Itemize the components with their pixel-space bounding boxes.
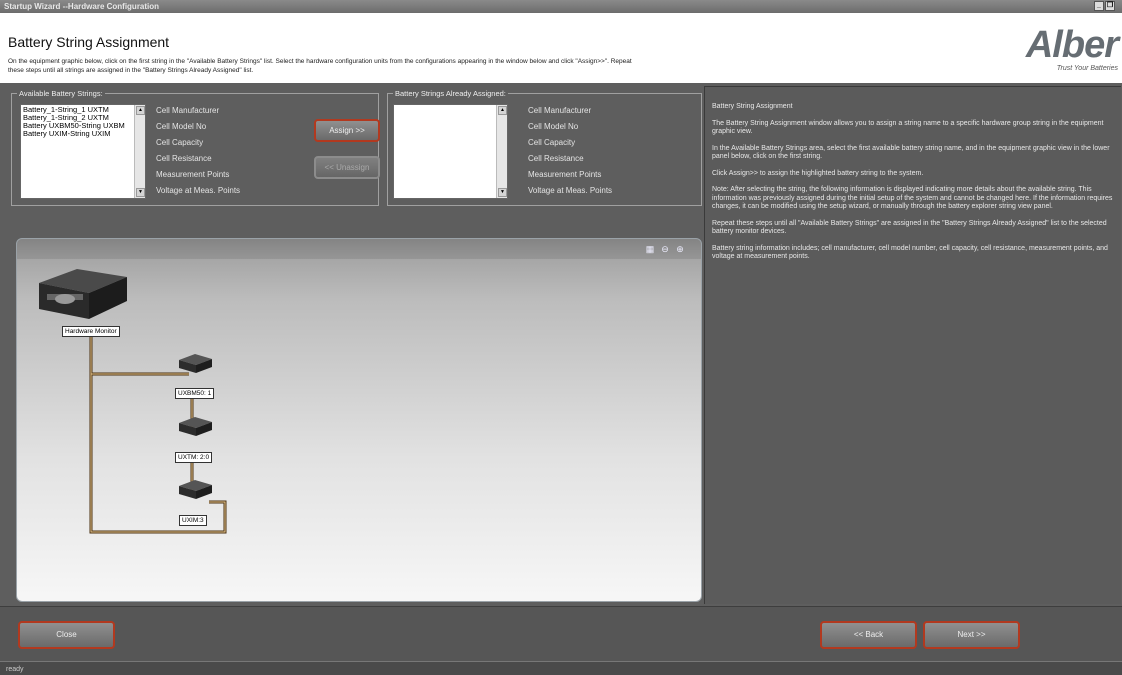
available-strings-group: Available Battery Strings: Battery_1-Str…: [11, 89, 379, 206]
help-paragraph: In the Available Battery Strings area, s…: [712, 144, 1110, 161]
hardware-monitor-label[interactable]: Hardware Monitor: [62, 326, 120, 337]
wizard-footer: Close << Back Next >>: [0, 606, 1122, 661]
field-cell-manufacturer: Cell Manufacturer: [156, 106, 220, 115]
close-button[interactable]: Close: [18, 621, 115, 649]
assign-button[interactable]: Assign >>: [314, 119, 380, 142]
equipment-diagram: [39, 269, 227, 534]
scroll-down-icon[interactable]: ▼: [498, 188, 507, 197]
unassign-button[interactable]: << Unassign: [314, 156, 380, 179]
logo-tagline: Trust Your Batteries: [1056, 65, 1118, 72]
uxtm-device: [179, 417, 212, 436]
assigned-strings-legend: Battery Strings Already Assigned:: [395, 89, 506, 98]
field-cell-model: Cell Model No: [528, 122, 579, 131]
window-titlebar: Startup Wizard --Hardware Configuration …: [0, 0, 1122, 13]
help-paragraph: Note: After selecting the string, the fo…: [712, 186, 1113, 210]
assigned-strings-list[interactable]: ▲ ▼: [393, 104, 508, 199]
assigned-strings-group: Battery Strings Already Assigned: ▲ ▼ Ce…: [387, 89, 702, 206]
available-strings-list[interactable]: Battery_1-String_1 UXTM Battery_1-String…: [20, 104, 146, 199]
logo-wordmark: Alber: [1025, 24, 1119, 66]
scroll-down-icon[interactable]: ▼: [136, 188, 145, 197]
scroll-up-icon[interactable]: ▲: [136, 106, 145, 115]
status-text: ready: [6, 666, 24, 673]
field-measurement-points: Measurement Points: [156, 170, 230, 179]
list-scrollbar[interactable]: ▲ ▼: [496, 105, 507, 198]
window-title: Startup Wizard --Hardware Configuration: [4, 2, 160, 11]
help-heading: Battery String Assignment: [712, 103, 793, 110]
help-text: Battery String Assignment The Battery St…: [712, 103, 1118, 270]
available-string-fields: Cell Manufacturer Cell Model No Cell Cap…: [156, 106, 240, 202]
uxim-label[interactable]: UXIM:3: [179, 515, 207, 526]
help-paragraph: Battery string information includes; cel…: [712, 244, 1108, 261]
hardware-monitor-device: [39, 269, 127, 319]
status-bar: ready: [0, 661, 1122, 675]
field-cell-resistance: Cell Resistance: [528, 154, 584, 163]
help-paragraph: Click Assign>> to assign the highlighted…: [712, 169, 924, 177]
left-pane: Available Battery Strings: Battery_1-Str…: [5, 86, 702, 604]
field-cell-capacity: Cell Capacity: [156, 138, 204, 147]
field-cell-model: Cell Model No: [156, 122, 207, 131]
wizard-header: Battery String Assignment On the equipme…: [0, 13, 1122, 83]
field-voltage: Voltage at Meas. Points: [528, 186, 613, 195]
field-cell-capacity: Cell Capacity: [528, 138, 576, 147]
uxtm-label[interactable]: UXTM: 2:0: [175, 452, 213, 463]
assigned-string-fields: Cell Manufacturer Cell Model No Cell Cap…: [528, 106, 612, 202]
instructions-text: On the equipment graphic below, click on…: [8, 58, 632, 74]
field-cell-resistance: Cell Resistance: [156, 154, 212, 163]
list-scrollbar[interactable]: ▲ ▼: [134, 105, 145, 198]
field-cell-manufacturer: Cell Manufacturer: [528, 106, 592, 115]
available-strings-legend: Available Battery Strings:: [19, 89, 103, 98]
uxbm-label[interactable]: UXBM50: 1: [175, 388, 215, 399]
equipment-graphic-view[interactable]: ▦ ⊖ ⊕ Hardware Monitor UXBM50: 1 UXTM: 2…: [16, 238, 702, 602]
uxim-device: [179, 480, 212, 499]
help-paragraph: Repeat these steps until all "Available …: [712, 219, 1107, 236]
field-measurement-points: Measurement Points: [528, 170, 602, 179]
alber-logo: Alber Trust Your Batteries: [1025, 24, 1119, 72]
help-paragraph: The Battery String Assignment window all…: [712, 119, 1104, 136]
back-button[interactable]: << Back: [820, 621, 917, 649]
list-item[interactable]: Battery UXIM-String UXIM: [23, 130, 143, 138]
field-voltage: Voltage at Meas. Points: [156, 186, 241, 195]
next-button[interactable]: Next >>: [923, 621, 1020, 649]
page-title: Battery String Assignment: [8, 34, 170, 50]
uxbm-device: [179, 354, 212, 373]
help-pane: Battery String Assignment The Battery St…: [704, 86, 1121, 604]
minimize-button[interactable]: _: [1094, 1, 1104, 11]
maximize-button[interactable]: ❐: [1105, 1, 1115, 11]
scroll-up-icon[interactable]: ▲: [498, 106, 507, 115]
